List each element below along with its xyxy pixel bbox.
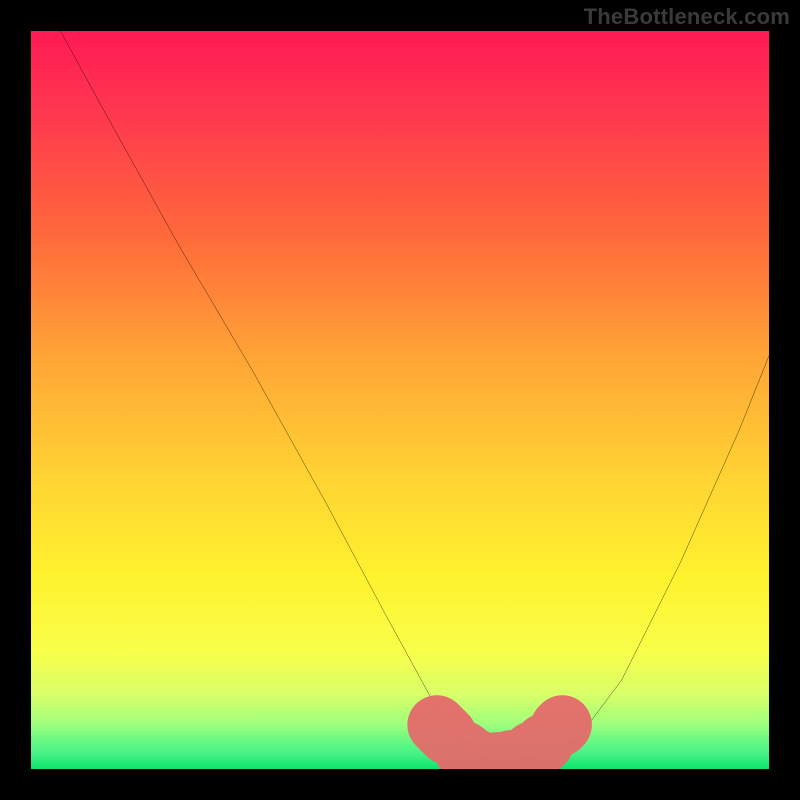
watermark-label: TheBottleneck.com <box>584 4 790 30</box>
plot-gradient-background <box>31 31 769 769</box>
chart-frame: TheBottleneck.com <box>0 0 800 800</box>
